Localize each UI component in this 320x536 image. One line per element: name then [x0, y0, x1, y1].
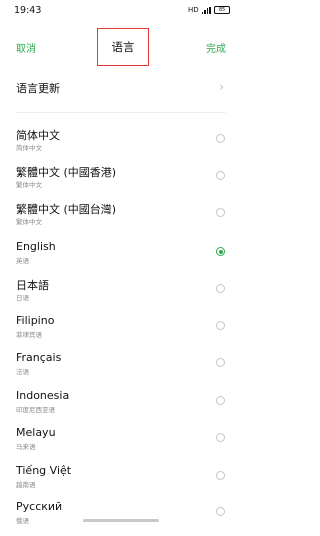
signal-icon: [201, 6, 211, 14]
language-name: 繁體中文 (中國台灣): [16, 203, 117, 216]
radio-button[interactable]: [216, 208, 225, 217]
radio-button[interactable]: [216, 284, 225, 293]
language-name: English: [16, 240, 56, 253]
language-name: Indonesia: [16, 389, 70, 402]
divider: [16, 112, 226, 113]
language-subtitle: 马来语: [16, 443, 36, 451]
language-name: Tiếng Việt: [16, 464, 72, 477]
language-item[interactable]: English 英语: [0, 240, 242, 276]
language-item[interactable]: 繁體中文 (中國台灣) 繁体中文: [0, 201, 242, 237]
language-item[interactable]: 简体中文 简体中文: [0, 127, 242, 163]
language-item[interactable]: 繁體中文 (中國香港) 繁体中文: [0, 164, 242, 200]
battery-icon: 85: [214, 6, 230, 14]
chevron-right-icon: ›: [219, 80, 224, 94]
language-subtitle: 法语: [16, 368, 29, 376]
language-subtitle: 越南语: [16, 481, 36, 489]
language-subtitle: 繁体中文: [16, 218, 42, 226]
language-subtitle: 菲律宾语: [16, 331, 42, 339]
language-name: 日本語: [16, 279, 49, 292]
radio-button[interactable]: [216, 134, 225, 143]
language-item[interactable]: Français 法语: [0, 351, 242, 387]
language-update-label: 语言更新: [16, 82, 60, 95]
radio-button[interactable]: [216, 358, 225, 367]
language-name: 简体中文: [16, 129, 60, 142]
header-bar: 取消 语言 完成: [0, 28, 242, 66]
radio-button[interactable]: [216, 507, 225, 516]
language-item[interactable]: Melayu 马来语: [0, 426, 242, 462]
radio-button[interactable]: [216, 396, 225, 405]
radio-button-selected[interactable]: [216, 247, 225, 256]
language-name: Melayu: [16, 426, 56, 439]
language-item[interactable]: Tiếng Việt 越南语: [0, 464, 242, 500]
language-subtitle: 俄语: [16, 517, 29, 525]
language-subtitle: 英语: [16, 257, 29, 265]
language-update-row[interactable]: 语言更新 ›: [0, 72, 242, 102]
radio-button[interactable]: [216, 171, 225, 180]
page-title: 语言: [111, 40, 135, 54]
language-subtitle: 繁体中文: [16, 181, 42, 189]
language-item[interactable]: Filipino 菲律宾语: [0, 314, 242, 350]
radio-button[interactable]: [216, 471, 225, 480]
done-button[interactable]: 完成: [206, 40, 226, 55]
cancel-button[interactable]: 取消: [16, 40, 36, 55]
status-bar: 19:43 HD 85: [0, 0, 242, 22]
radio-button[interactable]: [216, 321, 225, 330]
language-name: 繁體中文 (中國香港): [16, 166, 117, 179]
language-item[interactable]: Indonesia 印度尼西亚语: [0, 389, 242, 425]
battery-level: 85: [218, 6, 226, 13]
language-subtitle: 日语: [16, 294, 29, 302]
radio-button[interactable]: [216, 433, 225, 442]
clock: 19:43: [14, 5, 42, 16]
language-subtitle: 印度尼西亚语: [16, 406, 55, 414]
language-item[interactable]: Русский 俄语: [0, 500, 242, 536]
home-indicator[interactable]: [83, 519, 159, 522]
language-item[interactable]: 日本語 日语: [0, 277, 242, 313]
status-icons: HD 85: [188, 6, 230, 14]
language-name: Filipino: [16, 314, 55, 327]
title-highlight-box: 语言: [97, 28, 149, 66]
language-name: Français: [16, 351, 62, 364]
language-subtitle: 简体中文: [16, 144, 42, 152]
network-label: HD: [187, 6, 199, 14]
language-name: Русский: [16, 500, 63, 513]
